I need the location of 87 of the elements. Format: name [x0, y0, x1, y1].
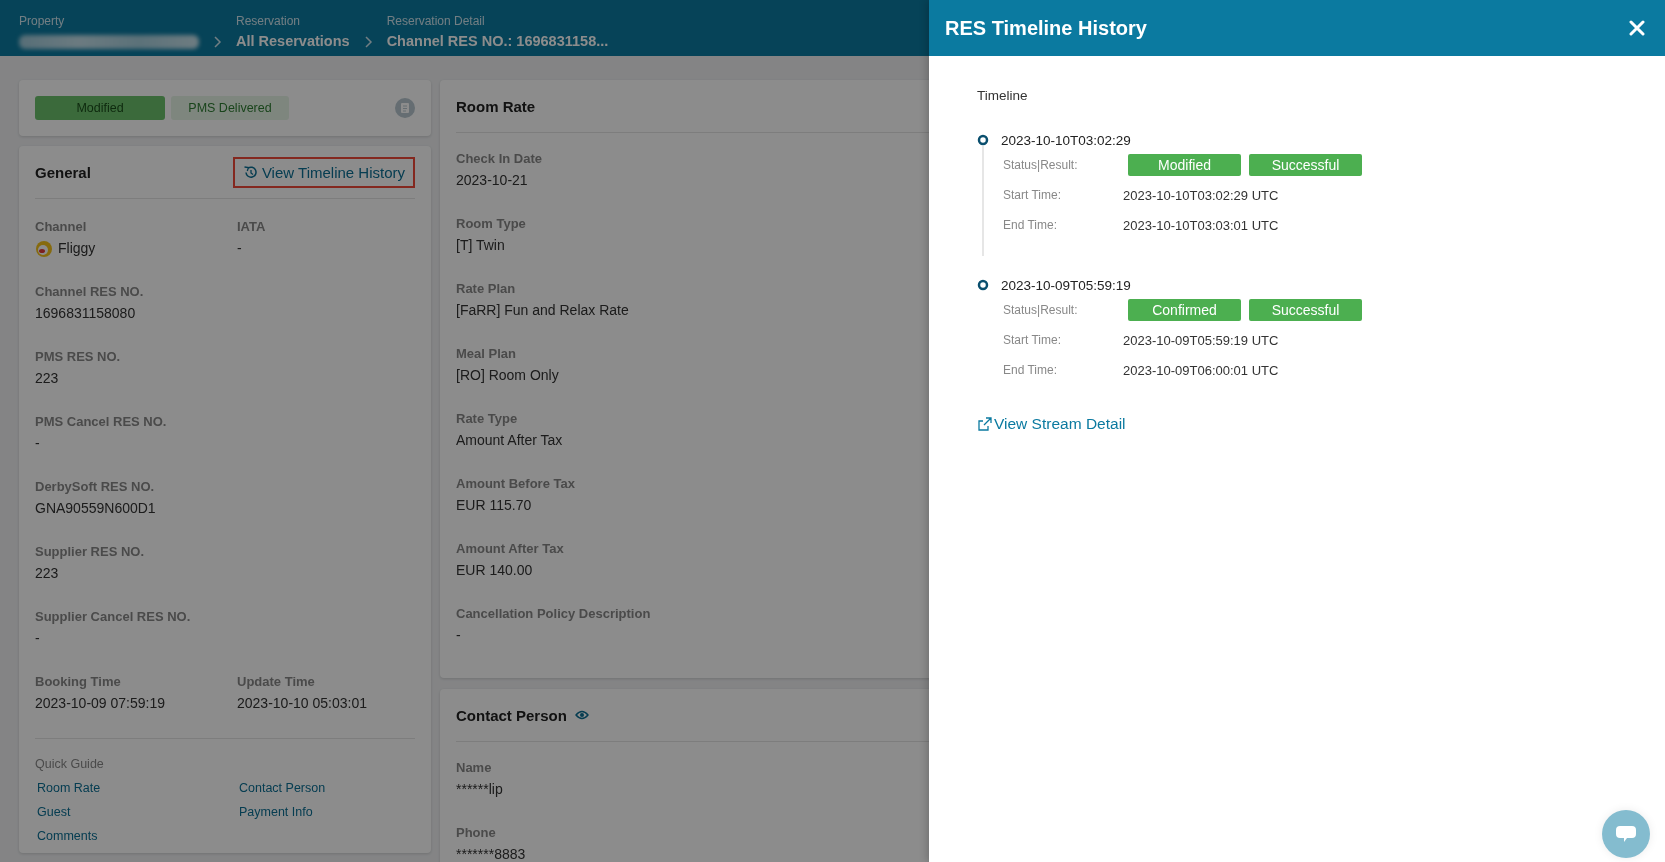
timeline-dot-icon — [977, 279, 989, 291]
field-label: Status|Result: — [1003, 158, 1079, 172]
field-label: PMS Cancel RES NO. — [35, 413, 167, 430]
breadcrumb-label: Reservation Detail — [386, 14, 486, 29]
quick-guide-link[interactable]: Payment Info — [237, 803, 315, 821]
field-label: Start Time: — [1003, 333, 1062, 347]
field-value: 2023-10-10T03:03:01 UTC — [1123, 217, 1280, 233]
quick-guide-link[interactable]: Guest — [35, 803, 73, 821]
field-value: - — [35, 629, 40, 648]
field-value: 1696831158080 — [35, 304, 136, 323]
field-value: 223 — [35, 564, 59, 583]
field-value: 2023-10-10T03:02:29 UTC — [1123, 187, 1280, 203]
status-badge: Modified — [1128, 154, 1241, 176]
field-label: IATA — [237, 218, 266, 235]
event-time: 2023-10-10T03:02:29 — [1001, 132, 1131, 148]
timeline-dot-icon — [977, 134, 989, 146]
breadcrumb-link[interactable]: All Reservations — [236, 32, 350, 50]
overlay-mask[interactable] — [0, 0, 929, 862]
external-link-icon — [977, 416, 993, 432]
card-title: Room Rate — [456, 97, 536, 115]
field-value: [FaRR] Fun and Relax Rate — [456, 301, 629, 320]
chat-bubble-icon — [1615, 825, 1637, 843]
field-label: Check In Date — [456, 150, 542, 167]
result-badge: Successful — [1249, 154, 1362, 176]
field-value: Amount After Tax — [456, 431, 563, 450]
quick-guide-link[interactable]: Room Rate — [35, 779, 103, 797]
field-label: Cancellation Policy Description — [456, 605, 651, 622]
field-label: Start Time: — [1003, 188, 1062, 202]
field-value: 2023-10-09 07:59:19 — [35, 694, 165, 713]
chevron-icon — [213, 36, 222, 48]
drawer-title: RES Timeline History — [945, 16, 1147, 40]
breadcrumb-label: Reservation — [236, 14, 302, 29]
field-label: PMS RES NO. — [35, 348, 121, 365]
field-value: EUR 140.00 — [456, 561, 533, 580]
field-label: End Time: — [1003, 363, 1059, 377]
field-label: Booking Time — [35, 673, 121, 690]
quick-guide-link[interactable]: Contact Person — [237, 779, 328, 797]
breadcrumb-label: Property — [19, 14, 66, 29]
field-label: DerbySoft RES NO. — [35, 478, 155, 495]
field-value: - — [456, 626, 461, 645]
card-title: General — [35, 163, 91, 181]
field-label: Channel — [35, 218, 87, 235]
view-timeline-link[interactable]: View Timeline History — [232, 156, 415, 188]
card-title: Contact Person — [456, 706, 567, 724]
view-stream-link[interactable]: View Stream Detail — [977, 415, 1126, 433]
field-label: End Time: — [1003, 218, 1059, 232]
chevron-icon — [363, 36, 373, 48]
history-icon — [242, 165, 257, 179]
result-badge: Successful — [1249, 299, 1362, 321]
field-value: 2023-10-21 — [456, 171, 528, 190]
field-label: Supplier RES NO. — [35, 543, 145, 560]
field-value: - — [237, 239, 242, 258]
field-value: [RO] Room Only — [456, 366, 559, 385]
breadcrumb-current: Channel RES NO.: 1696831158... — [386, 32, 609, 50]
quick-guide-link[interactable]: Comments — [35, 827, 100, 845]
close-icon — [1629, 20, 1645, 36]
field-label: Amount Before Tax — [456, 475, 575, 492]
field-value: 223 — [35, 369, 59, 388]
field-value: ******lip — [456, 780, 503, 799]
section-label: Quick Guide — [35, 757, 105, 771]
channel-logo-icon — [35, 239, 53, 258]
event-time: 2023-10-09T05:59:19 — [1001, 277, 1131, 293]
field-label: Room Type — [456, 215, 526, 232]
field-value: 2023-10-09T05:59:19 UTC — [1123, 332, 1280, 348]
field-label: Status|Result: — [1003, 303, 1079, 317]
field-value: GNA90559N600D1 — [35, 499, 156, 518]
status-badge: Confirmed — [1128, 299, 1241, 321]
field-label: Update Time — [237, 673, 315, 690]
field-label: Rate Type — [456, 410, 518, 427]
field-label: Phone — [456, 824, 496, 841]
field-value: 2023-10-10 05:03:01 — [237, 694, 367, 713]
field-value: 2023-10-09T06:00:01 UTC — [1123, 362, 1280, 378]
field-label: Rate Plan — [456, 280, 516, 297]
field-label: Channel RES NO. — [35, 283, 144, 300]
status-badge: PMS Delivered — [171, 96, 289, 120]
field-label: Name — [456, 759, 492, 776]
status-badge: Modified — [35, 96, 165, 120]
field-label: Meal Plan — [456, 345, 516, 362]
field-label: Supplier Cancel RES NO. — [35, 608, 191, 625]
eye-icon[interactable] — [574, 709, 589, 721]
section-title: Timeline — [977, 88, 1029, 103]
field-value: *******8883 — [456, 845, 526, 862]
field-value: - — [35, 434, 40, 453]
field-value: EUR 115.70 — [456, 496, 532, 515]
field-value: [T] Twin — [456, 236, 505, 255]
field-label: Amount After Tax — [456, 540, 564, 557]
field-value: Fliggy — [58, 239, 96, 258]
